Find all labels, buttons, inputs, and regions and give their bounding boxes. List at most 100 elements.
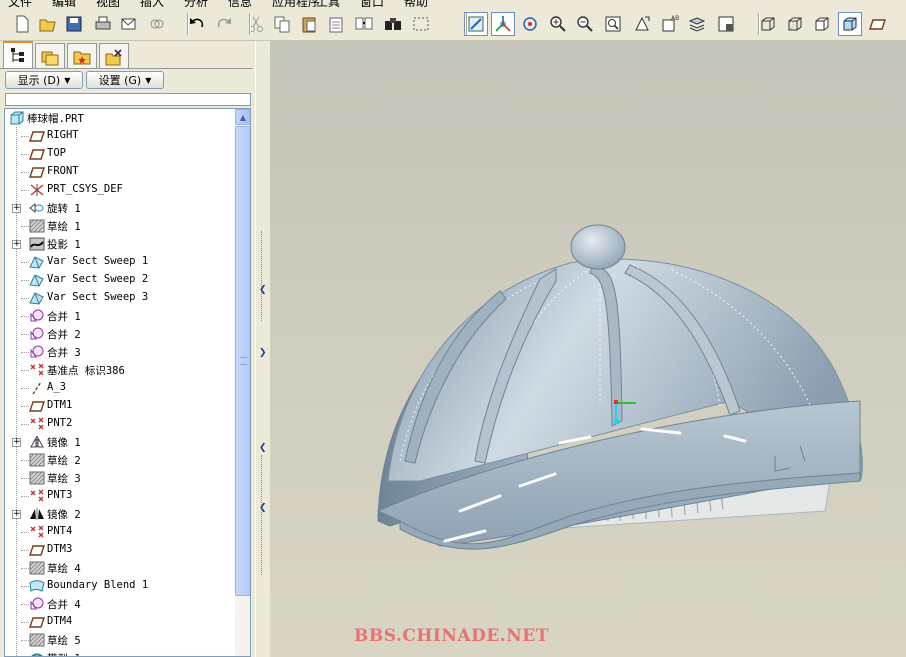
hidden-line-button[interactable] xyxy=(783,12,807,36)
graphics-viewport[interactable]: BBS.CHINADE.NET xyxy=(270,41,906,657)
tree-item[interactable]: 草绘 4 xyxy=(5,559,233,577)
tree-scrollbar[interactable]: ▲ xyxy=(235,109,250,656)
copy-button[interactable] xyxy=(270,12,294,36)
orient-mode-button[interactable] xyxy=(518,12,542,36)
find-button[interactable] xyxy=(381,12,405,36)
cut-button[interactable] xyxy=(244,12,268,36)
menu-item[interactable]: 编辑 xyxy=(52,0,76,7)
tree-item[interactable]: Var Sect Sweep 2 xyxy=(5,271,233,289)
zoom-out-button[interactable] xyxy=(573,12,597,36)
tree-item[interactable]: PRT_CSYS_DEF xyxy=(5,181,233,199)
tree-item[interactable]: 带型 1 xyxy=(5,649,233,656)
tree-item-label: 带型 1 xyxy=(47,651,81,656)
tree-item[interactable]: Var Sect Sweep 1 xyxy=(5,253,233,271)
tree-item[interactable]: A_3 xyxy=(5,379,233,397)
show-menu-button[interactable]: 显示 (D) ▼ xyxy=(5,71,83,89)
tree-item[interactable]: 草绘 3 xyxy=(5,469,233,487)
tree-item[interactable]: Boundary Blend 1 xyxy=(5,577,233,595)
tree-item[interactable]: 草绘 2 xyxy=(5,451,233,469)
tree-item[interactable]: + 镜像 1 xyxy=(5,433,233,451)
tree-item[interactable]: RIGHT xyxy=(5,127,233,145)
menu-item[interactable]: 文件 xyxy=(8,0,32,7)
menu-item[interactable]: 帮助 xyxy=(404,0,428,7)
shading-button[interactable] xyxy=(838,12,862,36)
tree-item[interactable]: DTM1 xyxy=(5,397,233,415)
tree-item[interactable]: + 投影 1 xyxy=(5,235,233,253)
regenerate-button[interactable] xyxy=(352,12,376,36)
expand-toggle-icon[interactable]: + xyxy=(12,240,21,249)
tree-item[interactable]: 合并 4 xyxy=(5,595,233,613)
watermark-text: BBS.CHINADE.NET xyxy=(354,626,549,646)
panel-splitter[interactable]: ❮ ❯ ❮ ❮ xyxy=(255,41,270,657)
scroll-up-button[interactable]: ▲ xyxy=(235,109,250,125)
tree-item[interactable]: PNT2 xyxy=(5,415,233,433)
datum-plane-button[interactable] xyxy=(866,12,890,36)
menu-item[interactable]: 分析 xyxy=(184,0,208,7)
model-tree[interactable]: 棒球帽.PRT RIGHT TOP FRONT PRT_CSYS_DEF + 旋转 1 草绘… xyxy=(4,108,251,657)
save-button[interactable] xyxy=(62,12,86,36)
tree-connector xyxy=(21,460,29,461)
tree-item[interactable]: 合并 2 xyxy=(5,325,233,343)
paste-special-button[interactable] xyxy=(324,12,348,36)
email-button[interactable] xyxy=(117,12,141,36)
refit-button[interactable] xyxy=(601,12,625,36)
no-hidden-button[interactable] xyxy=(810,12,834,36)
view-manager-button[interactable] xyxy=(714,12,738,36)
print-button[interactable] xyxy=(91,12,115,36)
collapse-arrow-icon[interactable]: ❮ xyxy=(259,285,267,295)
expand-toggle-icon[interactable]: + xyxy=(12,204,21,213)
scroll-thumb[interactable] xyxy=(235,126,250,596)
datum-plane-icon xyxy=(29,129,45,143)
tree-item[interactable]: FRONT xyxy=(5,163,233,181)
paste-special-icon xyxy=(329,17,343,33)
paste-button[interactable] xyxy=(297,12,321,36)
saved-views-button[interactable]: AB xyxy=(658,12,682,36)
tree-item[interactable]: DTM4 xyxy=(5,613,233,631)
menu-item[interactable]: 应用程序 xyxy=(272,0,320,7)
menu-item[interactable]: 信息 xyxy=(228,0,252,7)
open-folder-button[interactable] xyxy=(36,12,60,36)
tree-connector xyxy=(21,550,29,551)
tree-item[interactable]: + 镜像 2 xyxy=(5,505,233,523)
expand-arrow-icon[interactable]: ❯ xyxy=(259,348,267,358)
tab-favorites[interactable] xyxy=(67,43,97,69)
tree-connector xyxy=(21,136,29,137)
reorient-button[interactable] xyxy=(630,12,654,36)
settings-menu-button[interactable]: 设置 (G) ▼ xyxy=(86,71,164,89)
spin-center-button[interactable] xyxy=(491,12,515,36)
tab-connections[interactable] xyxy=(99,43,129,69)
menu-item[interactable]: 插入 xyxy=(140,0,164,7)
collapse-arrow-icon[interactable]: ❮ xyxy=(259,503,267,513)
menu-item[interactable]: 视图 xyxy=(96,0,120,7)
tree-item[interactable]: + 旋转 1 xyxy=(5,199,233,217)
tab-divider xyxy=(0,68,253,69)
collapse-arrow-icon[interactable]: ❮ xyxy=(259,443,267,453)
redo-button[interactable] xyxy=(212,12,236,36)
select-box-button[interactable] xyxy=(409,12,433,36)
zoom-in-button[interactable] xyxy=(546,12,570,36)
tree-item[interactable]: 基准点 标识386 xyxy=(5,361,233,379)
datum-axis-icon xyxy=(29,381,45,395)
expand-toggle-icon[interactable]: + xyxy=(12,438,21,447)
tab-folder-browser[interactable] xyxy=(35,43,65,69)
tree-item[interactable]: Var Sect Sweep 3 xyxy=(5,289,233,307)
tab-model-tree[interactable] xyxy=(3,41,33,69)
menu-item[interactable]: 窗口 xyxy=(360,0,384,7)
tree-filter-field[interactable] xyxy=(5,93,251,106)
tree-item[interactable]: 合并 1 xyxy=(5,307,233,325)
menu-item[interactable]: 工具 xyxy=(316,0,340,7)
tree-item[interactable]: 合并 3 xyxy=(5,343,233,361)
tree-item[interactable]: DTM3 xyxy=(5,541,233,559)
tree-item[interactable]: TOP xyxy=(5,145,233,163)
expand-toggle-icon[interactable]: + xyxy=(12,510,21,519)
datum-point-icon xyxy=(29,489,45,503)
layers-button[interactable] xyxy=(685,12,709,36)
link-button[interactable] xyxy=(145,12,169,36)
tree-root[interactable]: 棒球帽.PRT xyxy=(5,109,233,127)
tree-item[interactable]: PNT3 xyxy=(5,487,233,505)
datum-point-icon xyxy=(29,417,45,431)
tree-item[interactable]: 草绘 1 xyxy=(5,217,233,235)
new-file-button[interactable] xyxy=(10,12,34,36)
tree-item[interactable]: 草绘 5 xyxy=(5,631,233,649)
tree-item[interactable]: PNT4 xyxy=(5,523,233,541)
